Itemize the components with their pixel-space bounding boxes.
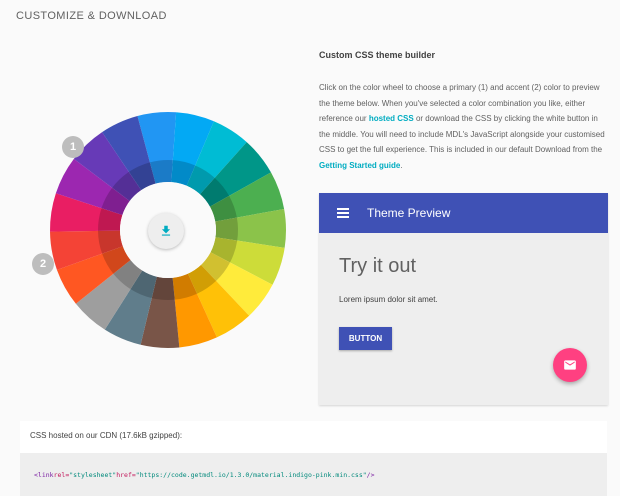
getting-started-link[interactable]: Getting Started guide bbox=[319, 161, 400, 170]
hosted-css-link[interactable]: hosted CSS bbox=[369, 114, 414, 123]
theme-preview: Theme Preview Try it out Lorem ipsum dol… bbox=[319, 193, 608, 405]
cdn-label: CSS hosted on our CDN (17.6kB gzipped): bbox=[30, 431, 183, 440]
code-attr-href: href= bbox=[116, 470, 136, 479]
description-text-3: . bbox=[400, 160, 403, 170]
download-icon bbox=[161, 225, 171, 236]
preview-fab[interactable] bbox=[553, 348, 587, 382]
preview-toolbar: Theme Preview bbox=[319, 193, 608, 233]
menu-icon[interactable] bbox=[337, 206, 349, 220]
builder-heading: Custom CSS theme builder bbox=[319, 50, 436, 60]
accent-color-marker: 2 bbox=[32, 253, 54, 275]
code-attr-rel: rel= bbox=[53, 470, 70, 479]
primary-color-marker: 1 bbox=[62, 136, 84, 158]
section-title: CUSTOMIZE & DOWNLOAD bbox=[16, 10, 167, 22]
cdn-box: CSS hosted on our CDN (17.6kB gzipped): … bbox=[20, 421, 607, 496]
code-value-href: "https://code.getmdl.io/1.3.0/material.i… bbox=[135, 470, 367, 479]
preview-title: Theme Preview bbox=[367, 206, 451, 220]
mail-icon bbox=[564, 360, 576, 370]
wheel-segment-shade bbox=[215, 217, 239, 241]
download-css-button[interactable] bbox=[148, 213, 184, 249]
builder-description: Click on the color wheel to choose a pri… bbox=[319, 80, 609, 173]
code-value-rel: "stylesheet" bbox=[69, 470, 117, 479]
cdn-code[interactable]: <link rel= "stylesheet" href= "https://cod… bbox=[20, 453, 607, 496]
code-tag-close: /> bbox=[366, 470, 375, 479]
preview-button[interactable]: BUTTON bbox=[339, 327, 392, 350]
code-tag-open: <link bbox=[34, 470, 54, 479]
preview-heading: Try it out bbox=[339, 255, 417, 277]
preview-text: Lorem ipsum dolor sit amet. bbox=[339, 295, 438, 304]
theme-builder-info: Custom CSS theme builder Click on the co… bbox=[319, 50, 609, 173]
